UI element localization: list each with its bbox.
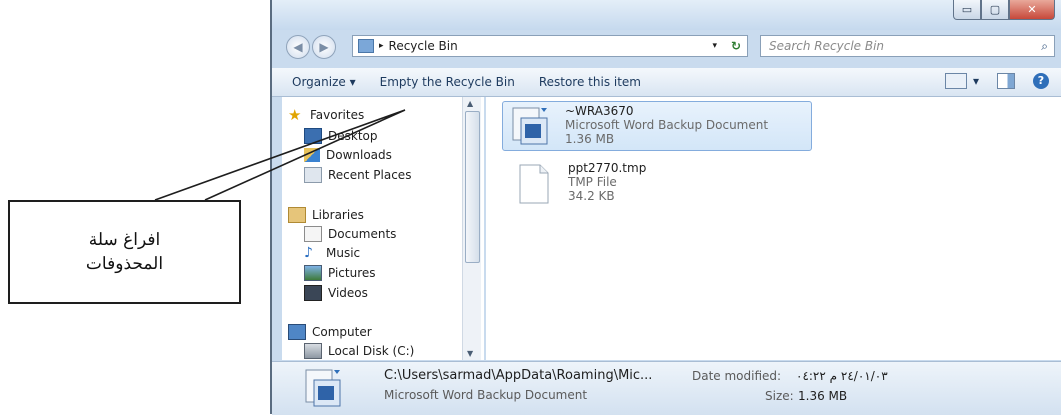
callout-line-1: افراغ سلة — [88, 230, 161, 250]
callout-box: افراغ سلة المحذوفات — [8, 200, 241, 304]
callout-line-2: المحذوفات — [85, 254, 164, 274]
